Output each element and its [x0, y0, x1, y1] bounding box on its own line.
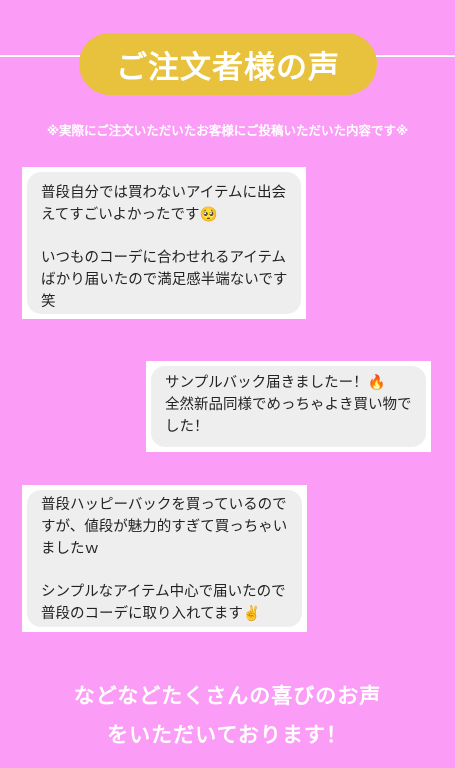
- page-title: ご注文者様の声: [79, 33, 377, 95]
- review-1-paragraph-2: いつものコーデに合わせれるアイテム ばかり届いたので満足感半端ないです 笑: [41, 250, 288, 310]
- disclaimer-note: ※実際にご注文いただいたお客様にご投稿いただいた内容です※: [46, 123, 409, 138]
- header-divider-right: [376, 55, 455, 57]
- review-3-paragraph-1: 普段ハッピーバックを買っているので すが、値段が魅力的すぎて買っちゃい ましたｗ: [41, 497, 288, 557]
- review-bubble-2: サンプルバック届きましたー！🔥 全然新品同様でめっちゃよき買い物で した！: [151, 366, 426, 447]
- page-title-text: ご注文者様の声: [116, 49, 340, 86]
- review-3-paragraph-2: シンプルなアイテム中心で届いたので 普段のコーデに取り入れてます✌️: [41, 584, 286, 622]
- closing-line-1: などなどたくさんの喜びのお声: [73, 684, 382, 708]
- review-bubble-1: 普段自分では買わないアイテムに出会 えてすごいよかったです🥺 いつものコーデに合…: [27, 172, 301, 314]
- closing-line-2: をいただいております！: [107, 723, 348, 747]
- review-bubble-3: 普段ハッピーバックを買っているので すが、値段が魅力的すぎて買っちゃい ましたｗ…: [27, 490, 302, 627]
- header-divider-left: [0, 55, 80, 57]
- review-2-paragraph-1: サンプルバック届きましたー！🔥 全然新品同様でめっちゃよき買い物で した！: [165, 375, 412, 435]
- review-1-paragraph-1: 普段自分では買わないアイテムに出会 えてすごいよかったです🥺: [41, 185, 287, 223]
